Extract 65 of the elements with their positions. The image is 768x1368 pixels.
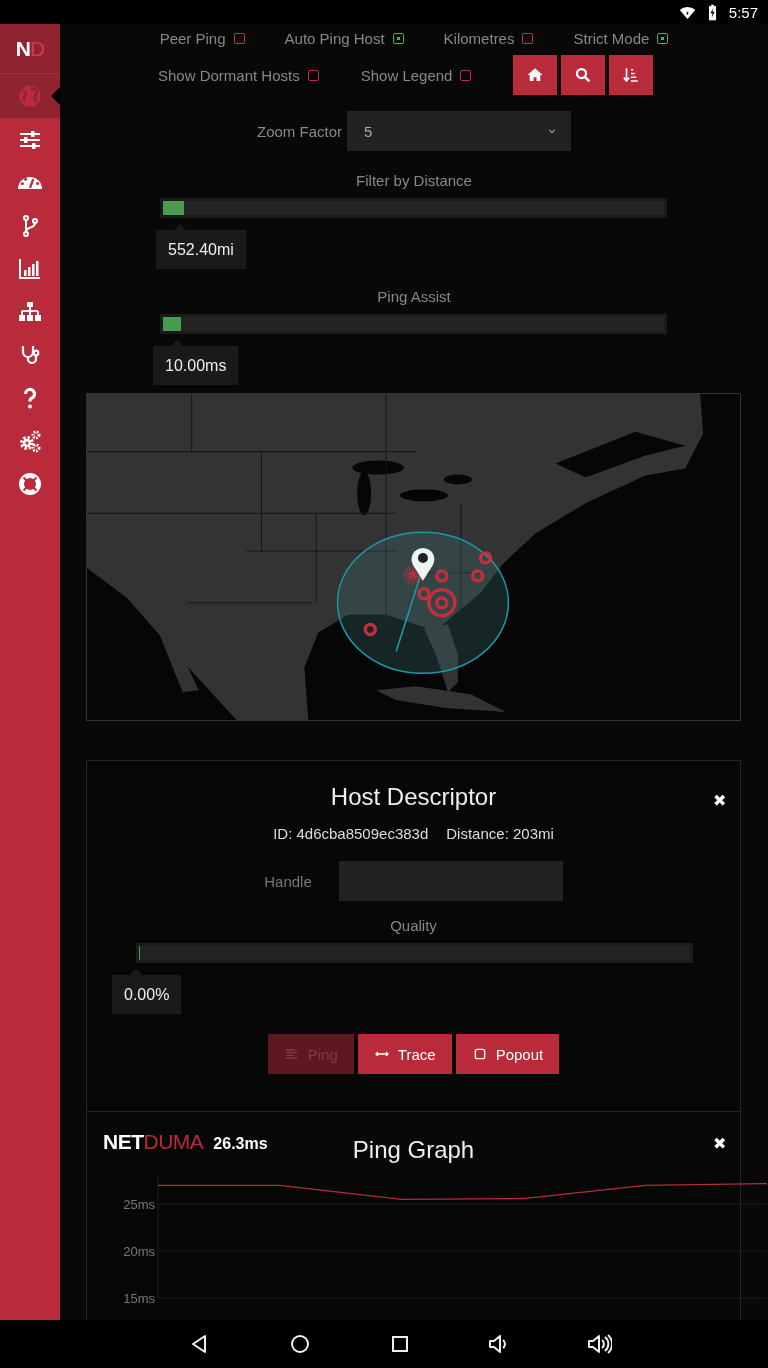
checkbox[interactable] (460, 69, 472, 81)
host-marker-icon[interactable] (417, 587, 431, 601)
active-pointer (51, 87, 60, 105)
globe-icon (17, 83, 43, 109)
option-label: Strict Mode (573, 29, 650, 47)
checkbox[interactable] (307, 69, 319, 81)
home-icon[interactable] (288, 1332, 312, 1356)
host-marker-icon[interactable] (363, 622, 377, 637)
option-label: Auto Ping Host (284, 29, 385, 47)
sidebar-item[interactable] (0, 74, 60, 118)
clock: 5:57 (728, 3, 758, 21)
gauge-icon (18, 176, 42, 189)
search-icon (574, 66, 593, 84)
host-id: ID: 4d6cba8509ec383d (273, 825, 429, 842)
field-label: Handle (264, 872, 312, 890)
slider-label: Filter by Distance (355, 172, 473, 191)
y-tick-label: 25ms (123, 1197, 155, 1213)
sitemap-icon (18, 299, 42, 324)
lines-icon (283, 1046, 300, 1062)
handle-field[interactable] (338, 861, 563, 901)
zoom-select[interactable]: 5 (347, 111, 571, 151)
action-button[interactable]: Popout (455, 1034, 560, 1074)
starburst-icon (402, 564, 424, 586)
life-ring-icon (18, 471, 42, 496)
toolbar-button[interactable] (561, 55, 606, 95)
option-label: Peer Ping (159, 29, 226, 47)
bar-chart-icon (18, 256, 42, 281)
option-label: Kilometres (443, 29, 515, 47)
value-tooltip: 0.00% (112, 975, 182, 1014)
value-tooltip: 552.40mi (156, 230, 246, 269)
ping-reading: 26.3ms (213, 1135, 268, 1153)
volume-up-icon[interactable] (588, 1332, 612, 1356)
location-pin-icon[interactable] (411, 547, 435, 581)
option-label: Show Legend (360, 66, 453, 84)
checkbox[interactable] (657, 32, 669, 44)
host-marker-icon[interactable] (435, 569, 449, 583)
sort-icon (622, 66, 641, 84)
option-label: Show Dormant Hosts (158, 66, 300, 84)
slider-label: Ping Assist (376, 288, 452, 307)
toolbar-button[interactable] (513, 55, 558, 95)
slider-label: Quality (389, 917, 438, 936)
close-button[interactable]: ✖ (713, 1134, 726, 1153)
y-tick-label: 15ms (123, 1291, 155, 1306)
slider-track[interactable] (160, 198, 667, 218)
checkbox[interactable] (392, 32, 404, 44)
checkbox[interactable] (522, 32, 534, 44)
host-marker-icon[interactable] (427, 588, 457, 618)
card-title: Ping Graph (352, 1136, 475, 1164)
netduma-logo: NETDUMA (103, 1130, 204, 1154)
card-title: Host Descriptor (330, 783, 497, 811)
gears-icon (18, 428, 42, 453)
checkbox[interactable] (233, 32, 245, 44)
slider-track[interactable] (160, 314, 667, 334)
host-distance: Distance: 203mi (446, 825, 554, 842)
close-button[interactable]: ✖ (713, 791, 726, 810)
action-button[interactable]: Trace (357, 1034, 452, 1074)
toolbar-button[interactable] (609, 55, 654, 95)
value-tooltip: 10.00ms (153, 346, 239, 385)
host-marker-icon[interactable] (478, 551, 493, 565)
field-label: Zoom Factor (257, 122, 342, 140)
host-marker-icon[interactable] (470, 569, 485, 583)
y-tick-label: 20ms (123, 1244, 155, 1260)
slider-track[interactable] (136, 943, 693, 963)
home-icon (526, 66, 545, 84)
logo: ND (15, 36, 45, 61)
